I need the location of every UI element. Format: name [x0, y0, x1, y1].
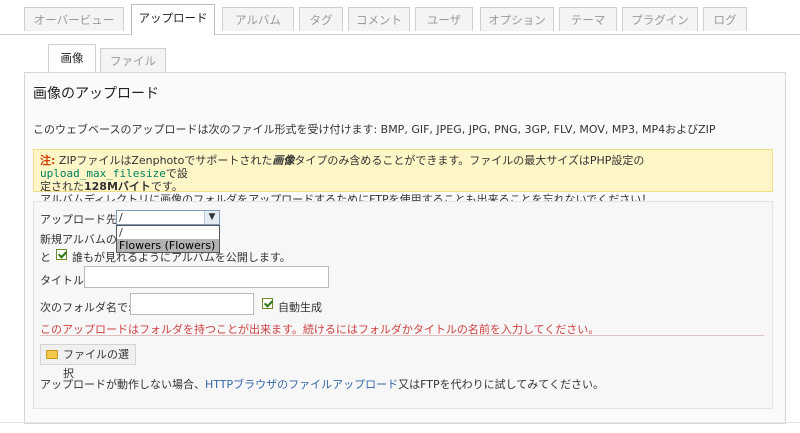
- notice-box: 注: ZIPファイルはZenphotoでサポートされた画像タイプのみ含めることが…: [33, 149, 773, 206]
- tab-upload[interactable]: アップロード: [131, 4, 215, 35]
- tab-plugins[interactable]: プラグイン: [622, 7, 698, 31]
- album-dropdown-list[interactable]: / Flowers (Flowers): [116, 225, 220, 253]
- tab-logs[interactable]: ログ: [703, 7, 747, 31]
- subtab-images[interactable]: 画像: [48, 44, 96, 73]
- folder-icon: [46, 350, 58, 359]
- tab-comments[interactable]: コメント: [348, 7, 410, 31]
- and-label: と: [40, 251, 51, 264]
- title-input[interactable]: [84, 266, 329, 288]
- upload-to-label: アップロード先:: [40, 213, 121, 226]
- tab-themes[interactable]: テーマ: [559, 7, 617, 31]
- upload-to-select[interactable]: / ▼: [116, 210, 220, 225]
- divider: [40, 335, 764, 336]
- notice-code: upload_max_filesize: [40, 167, 166, 180]
- subtab-files[interactable]: ファイル: [100, 48, 166, 72]
- auto-generate-checkbox[interactable]: [262, 298, 273, 309]
- help-text: アップロードが動作しない場合、HTTPブラウザのファイルアップロード又はFTPを…: [40, 376, 604, 392]
- dropdown-option[interactable]: /: [117, 226, 219, 239]
- notice-size: 128Mバイト: [84, 180, 151, 193]
- choose-file-button[interactable]: ファイルの選択: [40, 344, 136, 380]
- upload-panel: 画像のアップロード このウェブベースのアップロードは次のファイル形式を受け付けま…: [24, 72, 786, 424]
- upload-to-value: /: [119, 211, 123, 224]
- help-prefix: アップロードが動作しない場合、: [40, 378, 205, 391]
- tab-options[interactable]: オプション: [480, 7, 554, 31]
- notice-text: タイプのみ含めることができます。ファイルの最大サイズはPHP設定の: [294, 154, 645, 167]
- http-upload-link[interactable]: HTTPブラウザのファイルアップロード: [205, 378, 398, 391]
- divider: [0, 422, 800, 423]
- tab-overview[interactable]: オーバービュー: [24, 7, 124, 31]
- folder-label: 次のフォルダ名で:: [40, 301, 132, 314]
- upload-form: アップロード先: / ▼ / Flowers (Flowers) 新規アルバムの…: [33, 201, 773, 409]
- folder-input[interactable]: [130, 293, 254, 315]
- new-album-label: 新規アルバムの: [40, 233, 117, 246]
- page-title: 画像のアップロード: [33, 86, 159, 102]
- notice-label: 注:: [40, 154, 56, 167]
- tab-tags[interactable]: タグ: [299, 7, 343, 31]
- notice-emphasis: 画像: [272, 154, 295, 167]
- title-label: タイトル:: [40, 274, 88, 287]
- help-suffix: 又はFTPを代わりに試してみてください。: [398, 378, 604, 391]
- notice-text: ZIPファイルはZenphotoでサポートされた: [55, 154, 273, 167]
- notice-text: 定された: [40, 180, 84, 193]
- dropdown-option-selected[interactable]: Flowers (Flowers): [117, 239, 219, 252]
- tab-albums[interactable]: アルバム: [222, 7, 294, 31]
- accepted-formats-text: このウェブベースのアップロードは次のファイル形式を受け付けます: BMP, GI…: [33, 123, 716, 136]
- publish-checkbox[interactable]: [56, 249, 67, 260]
- auto-generate-label: 自動生成: [278, 301, 322, 314]
- main-tab-bar: オーバービュー アップロード アルバム タグ コメント ユーザ オプション テー…: [0, 0, 800, 35]
- tab-users[interactable]: ユーザ: [415, 7, 473, 31]
- notice-text: です。: [150, 180, 183, 193]
- chevron-down-icon[interactable]: ▼: [204, 211, 219, 224]
- notice-text: で設: [165, 167, 188, 180]
